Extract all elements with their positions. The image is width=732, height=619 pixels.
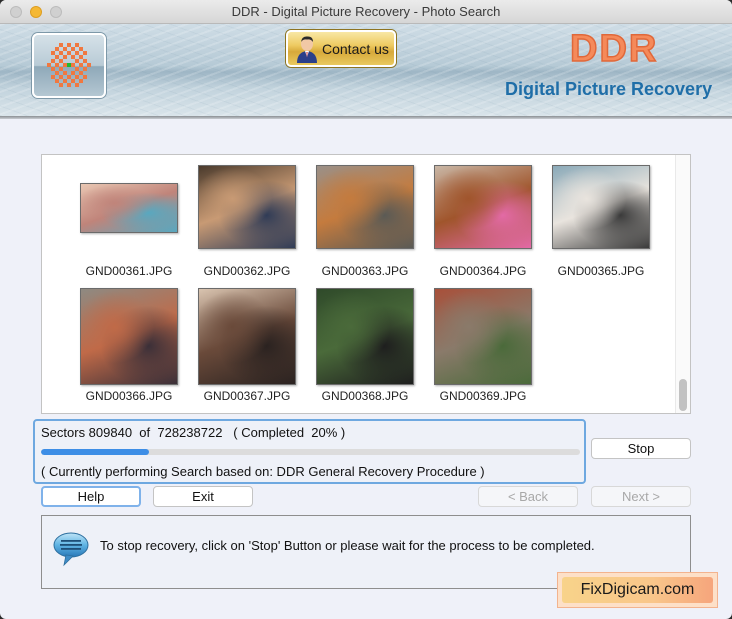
contact-us-label: Contact us xyxy=(322,41,389,57)
photo-filename: GND00367.JPG xyxy=(203,389,291,403)
help-button[interactable]: Help xyxy=(41,486,141,507)
photo-thumbnail[interactable]: GND00364.JPG xyxy=(428,163,538,283)
photo-thumbnail[interactable]: GND00369.JPG xyxy=(428,288,538,408)
header-banner: Contact us DDR Digital Picture Recovery xyxy=(0,24,732,116)
photo-filename: GND00365.JPG xyxy=(557,264,645,278)
photo-thumbnail-image[interactable] xyxy=(316,165,414,249)
recovered-photos-panel: GND00361.JPG GND00362.JPG GND00363.JPG GND0… xyxy=(41,154,691,414)
back-button[interactable]: < Back xyxy=(478,486,578,507)
next-button[interactable]: Next > xyxy=(591,486,691,507)
photo-filename: GND00363.JPG xyxy=(321,264,409,278)
vertical-scrollbar[interactable] xyxy=(675,155,690,413)
speech-bubble-icon xyxy=(53,532,89,567)
window-title: DDR - Digital Picture Recovery - Photo S… xyxy=(231,4,501,19)
brand-subtitle: Digital Picture Recovery xyxy=(505,79,713,99)
photo-thumbnail-image[interactable] xyxy=(198,165,296,249)
photo-thumbnail-image[interactable] xyxy=(552,165,650,249)
procedure-status-text: ( Currently performing Search based on: … xyxy=(41,464,485,479)
exit-button[interactable]: Exit xyxy=(153,486,253,507)
ddr-logo-icon xyxy=(47,43,91,87)
photo-filename: GND00369.JPG xyxy=(439,389,527,403)
photo-thumbnail-image[interactable] xyxy=(198,288,296,385)
photo-thumbnail-image[interactable] xyxy=(316,288,414,385)
app-window: DDR - Digital Picture Recovery - Photo S… xyxy=(0,0,732,619)
fixdigicam-watermark: FixDigicam.com xyxy=(557,572,718,608)
photo-filename: GND00368.JPG xyxy=(321,389,409,403)
photo-thumbnail[interactable]: GND00361.JPG xyxy=(74,163,184,283)
photo-thumbnail-image[interactable] xyxy=(80,288,178,385)
progress-box: Sectors 809840 of 728238722 ( Completed … xyxy=(33,419,586,484)
photo-thumbnail-image[interactable] xyxy=(434,165,532,249)
contact-us-button[interactable]: Contact us xyxy=(286,30,396,67)
title-bar: DDR - Digital Picture Recovery - Photo S… xyxy=(0,0,732,24)
scrollbar-thumb[interactable] xyxy=(679,379,687,411)
banner-divider xyxy=(0,116,732,119)
progress-status-text: Sectors 809840 of 728238722 ( Completed … xyxy=(41,425,346,440)
photo-thumbnail[interactable]: GND00365.JPG xyxy=(546,163,656,283)
info-message-text: To stop recovery, click on 'Stop' Button… xyxy=(100,538,595,553)
photo-thumbnail[interactable]: GND00363.JPG xyxy=(310,163,420,283)
photo-filename: GND00362.JPG xyxy=(203,264,291,278)
photo-thumbnail-image[interactable] xyxy=(80,183,178,233)
photo-thumbnail[interactable]: GND00367.JPG xyxy=(192,288,302,408)
progress-bar xyxy=(41,449,580,455)
photo-thumbnail-image[interactable] xyxy=(434,288,532,385)
stop-button[interactable]: Stop xyxy=(591,438,691,459)
photo-filename: GND00364.JPG xyxy=(439,264,527,278)
photo-thumbnail[interactable]: GND00366.JPG xyxy=(74,288,184,408)
app-logo xyxy=(32,33,106,98)
photo-filename: GND00366.JPG xyxy=(85,389,173,403)
person-icon xyxy=(297,36,317,63)
photo-filename: GND00361.JPG xyxy=(85,264,173,278)
brand-name: DDR xyxy=(569,27,659,71)
photo-thumbnail[interactable]: GND00362.JPG xyxy=(192,163,302,283)
progress-bar-fill xyxy=(41,449,149,455)
photo-thumbnail[interactable]: GND00368.JPG xyxy=(310,288,420,408)
fixdigicam-label: FixDigicam.com xyxy=(562,577,713,603)
